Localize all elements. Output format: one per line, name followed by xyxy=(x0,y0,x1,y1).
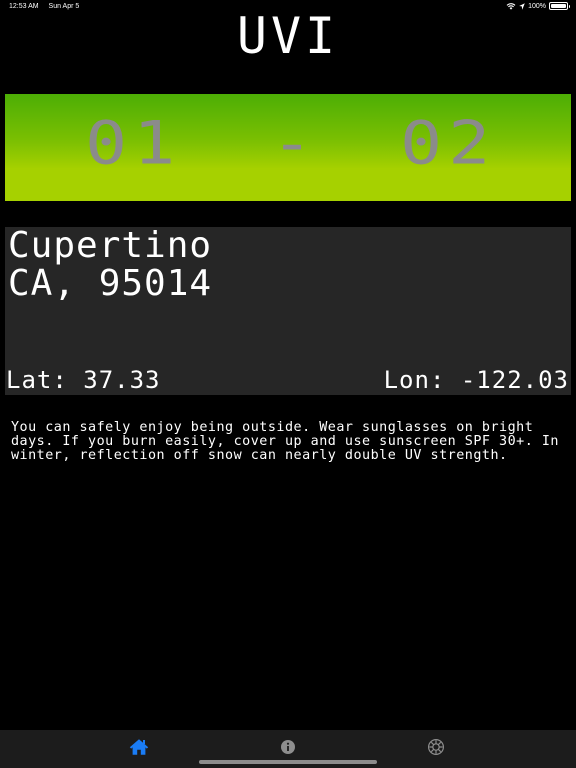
info-icon xyxy=(281,740,295,754)
app-title: UVI xyxy=(236,7,340,65)
uvi-range: 01 - 02 xyxy=(5,94,571,201)
uvi-banner: 01 - 02 xyxy=(5,94,571,201)
uvi-screen: 12:53 AM Sun Apr 5 100% UVI 01 - 02 Cupe… xyxy=(0,0,576,768)
home-indicator[interactable] xyxy=(199,760,377,764)
gear-icon xyxy=(427,738,445,756)
uvi-low-value: 01 xyxy=(85,108,182,178)
tab-info[interactable] xyxy=(278,737,298,757)
longitude: Lon: -122.03 xyxy=(383,366,569,394)
region-zip: CA, 95014 xyxy=(8,263,213,304)
tab-settings[interactable] xyxy=(426,737,446,757)
home-icon xyxy=(129,739,149,755)
latitude: Lat: 37.33 xyxy=(6,366,161,394)
tab-home[interactable] xyxy=(129,737,149,757)
city-name: Cupertino xyxy=(8,225,213,266)
uvi-range-separator: - xyxy=(271,108,320,178)
coordinates-row: Lat: 37.33 Lon: -122.03 xyxy=(5,367,571,395)
location-panel: Cupertino CA, 95014 Lat: 37.33 Lon: -122… xyxy=(5,227,571,395)
uvi-high-value: 02 xyxy=(400,108,497,178)
uv-advice-text: You can safely enjoy being outside. Wear… xyxy=(11,420,559,463)
